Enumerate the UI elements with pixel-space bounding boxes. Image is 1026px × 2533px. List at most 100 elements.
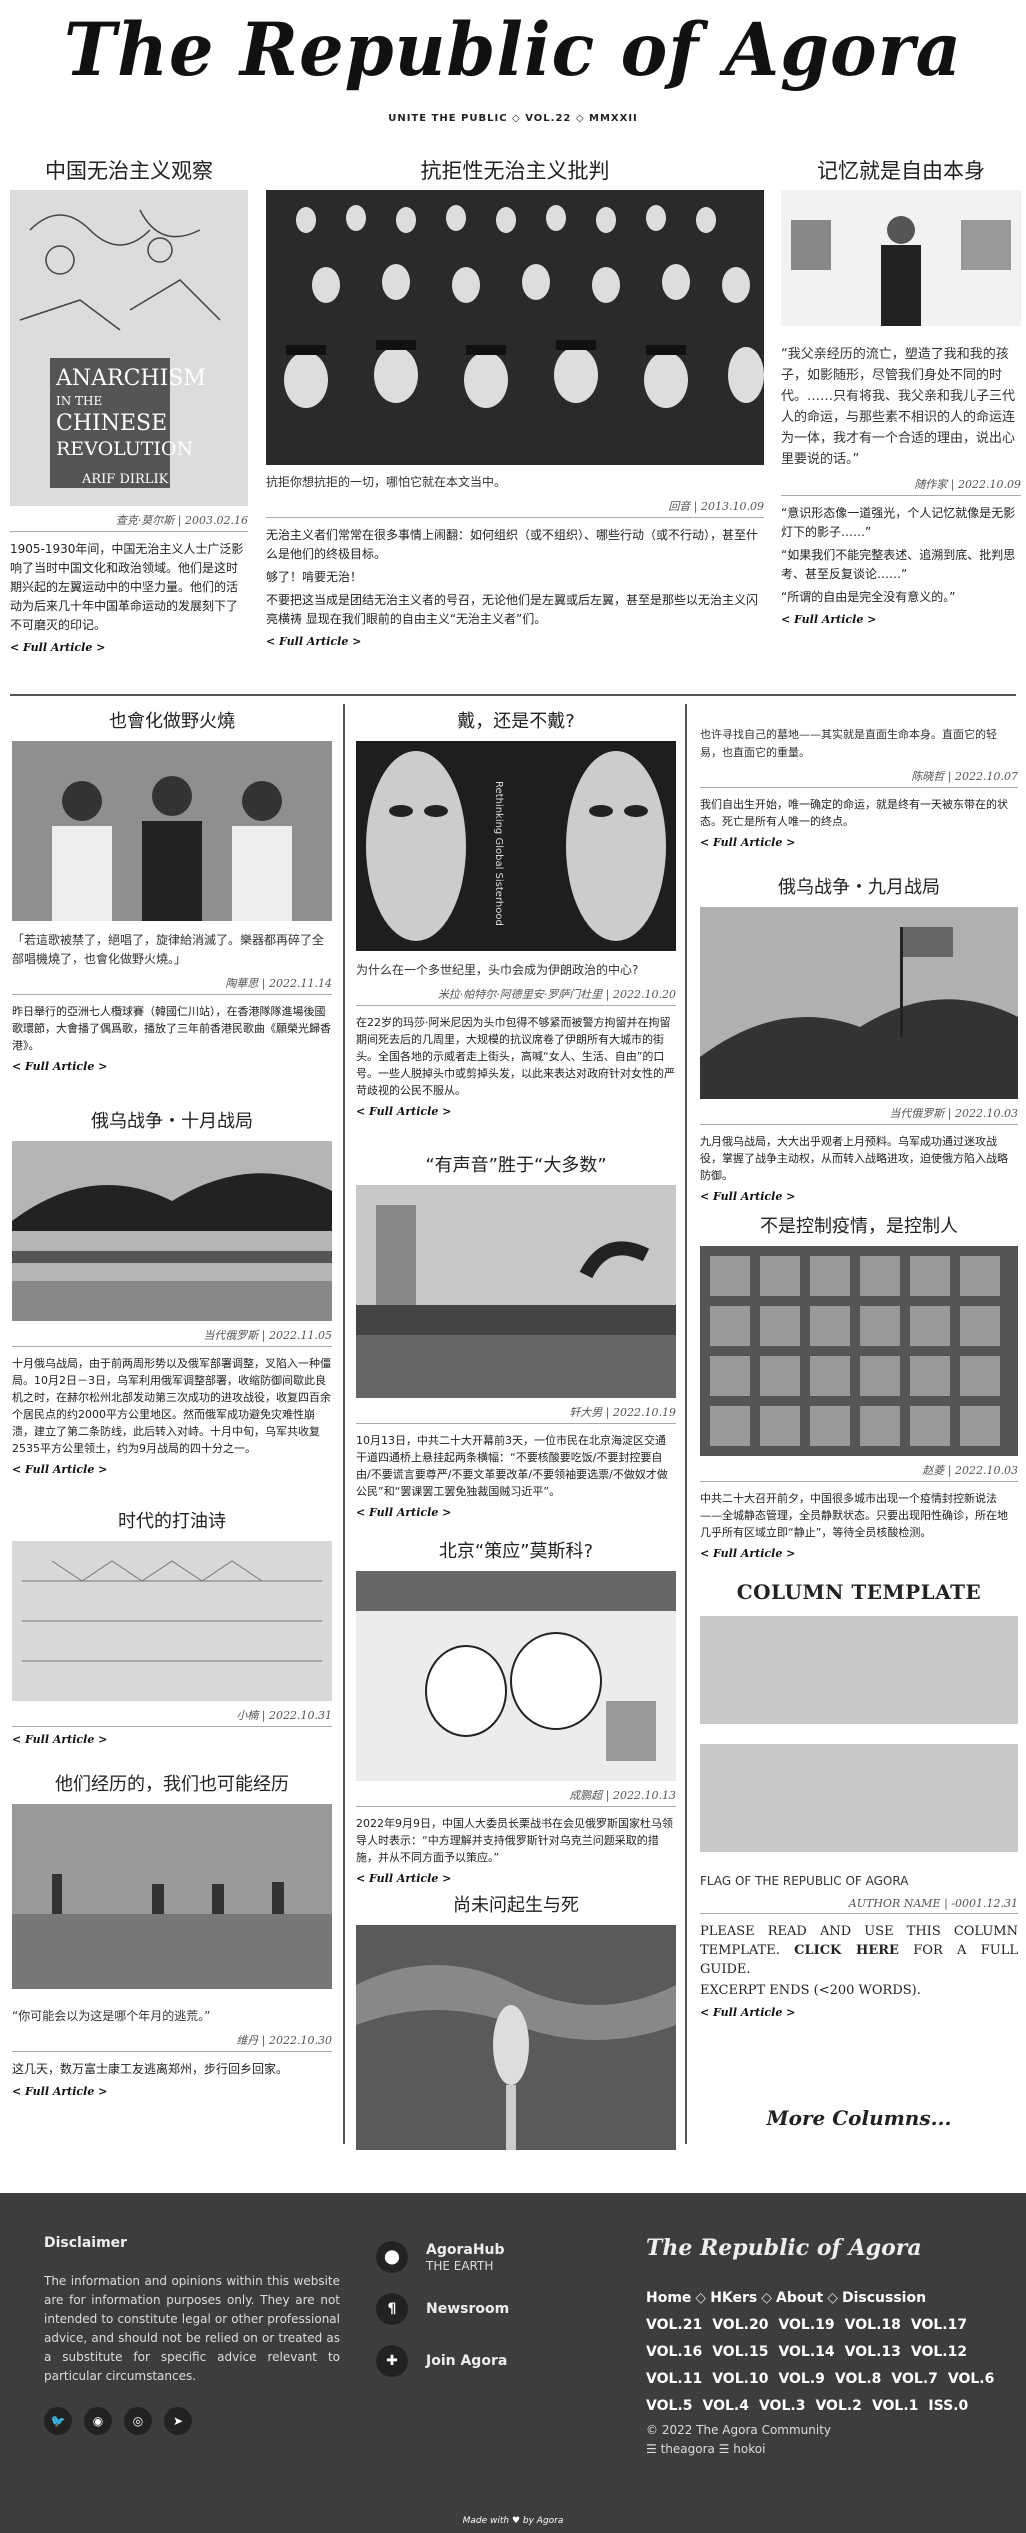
article-image[interactable] <box>700 1246 1018 1456</box>
article-critique-anarchism: 抗拒性无治主义批判 抗拒你想抗拒的一切，哪怕它就在本文当中。 回音 | 2013… <box>266 157 764 648</box>
full-article-link[interactable]: < Full Article > <box>700 1190 1018 1203</box>
article-quote: “我父亲经历的流亡，塑造了我和我的孩子，如影随形，尽管我们身处不同的时代。……只… <box>781 347 1016 467</box>
svg-text:Rethinking Global Sisterhood: Rethinking Global Sisterhood <box>493 781 504 926</box>
full-article-link[interactable]: < Full Article > <box>12 1463 332 1476</box>
nav-home[interactable]: Home <box>646 2290 691 2306</box>
vol-link[interactable]: VOL.16 <box>646 2344 702 2360</box>
article-body: 2022年9月9日，中国人大委员长栗战书在会见俄罗斯国家杜马领导人时表示：“中方… <box>356 1817 673 1864</box>
template-guide-link[interactable]: CLICK HERE <box>794 1943 899 1958</box>
article-image[interactable] <box>356 1925 676 2150</box>
agorahub-link[interactable]: ⬤ AgoraHub THE EARTH <box>376 2231 596 2283</box>
article-image[interactable]: Rethinking Global Sisterhood <box>356 741 676 951</box>
article-beijing-moscow: 北京“策应”莫斯科? 成鹏超 | 2022.10.13 2022年9月9日，中国… <box>356 1538 676 1885</box>
article-title[interactable]: 抗拒性无治主义批判 <box>266 157 764 185</box>
article-image[interactable] <box>12 1141 332 1321</box>
article-body: 昨日舉行的亞洲七人欖球賽（韓國仁川站），在香港隊隊進場後國歌環節，大會播了偶爲歌… <box>12 1005 331 1052</box>
article-title[interactable]: 中国无治主义观察 <box>10 157 248 185</box>
byline: 陈晓哲 | 2022.10.07 <box>700 766 1018 788</box>
vol-link[interactable]: VOL.4 <box>702 2398 748 2414</box>
nav-discussion[interactable]: Discussion <box>842 2290 926 2306</box>
article-title[interactable]: “有声音”胜于“大多数” <box>356 1152 676 1180</box>
nav-hkers[interactable]: HKers <box>710 2290 757 2306</box>
full-article-link[interactable]: < Full Article > <box>700 2006 1018 2019</box>
article-image[interactable] <box>356 1185 676 1398</box>
date: 2022.10.31 <box>269 1709 332 1722</box>
author: 查克·莫尔斯 <box>115 514 175 527</box>
vol-link[interactable]: VOL.1 <box>872 2398 918 2414</box>
footer-brand[interactable]: The Republic of Agora <box>646 2235 922 2261</box>
full-article-link[interactable]: < Full Article > <box>12 2085 332 2098</box>
vol-link[interactable]: VOL.2 <box>815 2398 861 2414</box>
vol-link[interactable]: VOL.12 <box>911 2344 967 2360</box>
vol-link[interactable]: VOL.3 <box>759 2398 805 2414</box>
full-article-link[interactable]: < Full Article > <box>356 1506 676 1519</box>
vol-link[interactable]: VOL.10 <box>712 2371 768 2387</box>
github-icon[interactable]: ◉ <box>84 2407 112 2435</box>
article-image[interactable] <box>266 190 764 465</box>
vol-link[interactable]: VOL.7 <box>891 2371 937 2387</box>
disclaimer-text: The information and opinions within this… <box>44 2274 340 2383</box>
article-image[interactable] <box>12 1804 332 1989</box>
link-title: Join Agora <box>426 2353 508 2369</box>
full-article-link[interactable]: < Full Article > <box>10 641 248 654</box>
disclaimer-title: Disclaimer <box>44 2235 128 2251</box>
full-article-link[interactable]: < Full Article > <box>356 1105 676 1118</box>
telegram-icon[interactable]: ➤ <box>164 2407 192 2435</box>
article-image[interactable]: ANARCHISM IN THE CHINESE REVOLUTION ARIF… <box>10 190 248 506</box>
article-title[interactable]: 记忆就是自由本身 <box>781 157 1021 185</box>
vol-link[interactable]: VOL.8 <box>835 2371 881 2387</box>
vol-link[interactable]: VOL.5 <box>646 2398 692 2414</box>
vol-link[interactable]: VOL.14 <box>778 2344 834 2360</box>
article-title[interactable]: 俄乌战争・九月战局 <box>700 874 1018 902</box>
template-image <box>700 1744 1018 1852</box>
template-title[interactable]: COLUMN TEMPLATE <box>700 1580 1018 1604</box>
full-article-link[interactable]: < Full Article > <box>266 635 764 648</box>
article-title[interactable]: 时代的打油诗 <box>12 1508 332 1536</box>
article-image[interactable] <box>356 1571 676 1781</box>
article-title[interactable]: 北京“策应”莫斯科? <box>356 1538 676 1566</box>
vol-link[interactable]: VOL.20 <box>712 2317 768 2333</box>
vol-link[interactable]: VOL.15 <box>712 2344 768 2360</box>
twitter-icon[interactable]: 🐦 <box>44 2407 72 2435</box>
vol-link[interactable]: VOL.17 <box>911 2317 967 2333</box>
article-image[interactable] <box>12 741 332 921</box>
vol-link[interactable]: ISS.0 <box>928 2398 968 2414</box>
masthead: The Republic of Agora UNITE THE PUBLIC ◇… <box>0 0 1026 150</box>
date: 2022.10.13 <box>613 1789 676 1802</box>
article-anarchism-china: 中国无治主义观察 ANARCHISM IN THE CHINESE REVOLU… <box>10 157 248 654</box>
full-article-link[interactable]: < Full Article > <box>700 1547 1018 1560</box>
vol-link[interactable]: VOL.19 <box>778 2317 834 2333</box>
more-columns-link[interactable]: More Columns... <box>700 2106 1018 2130</box>
credits[interactable]: ☰ theagora ☰ hokoi <box>646 2440 831 2459</box>
article-title[interactable]: 戴，还是不戴? <box>356 708 676 736</box>
full-article-link[interactable]: < Full Article > <box>12 1733 332 1746</box>
full-article-link[interactable]: < Full Article > <box>12 1060 332 1073</box>
article-title[interactable]: 尚未问起生与死 <box>356 1892 676 1920</box>
full-article-link[interactable]: < Full Article > <box>781 613 1021 626</box>
byline: 随作家 | 2022.10.09 <box>781 474 1021 496</box>
article-image[interactable] <box>700 907 1018 1099</box>
site-title[interactable]: The Republic of Agora <box>0 6 1026 93</box>
vol-link[interactable]: VOL.11 <box>646 2371 702 2387</box>
article-title[interactable]: 不是控制疫情，是控制人 <box>700 1213 1018 1241</box>
full-article-link[interactable]: < Full Article > <box>356 1872 676 1885</box>
vol-link[interactable]: VOL.9 <box>778 2371 824 2387</box>
vol-link[interactable]: VOL.21 <box>646 2317 702 2333</box>
article-image[interactable] <box>12 1541 332 1701</box>
full-article-link[interactable]: < Full Article > <box>700 836 1018 849</box>
article-image[interactable] <box>781 190 1021 326</box>
vol-link[interactable]: VOL.18 <box>845 2317 901 2333</box>
newsroom-link[interactable]: ¶ Newsroom <box>376 2283 596 2335</box>
author: 当代俄罗斯 <box>203 1329 259 1342</box>
article-body: 这几天，数万富士康工友逃离郑州，步行回乡回家。 <box>12 2062 289 2076</box>
article-title[interactable]: 他们经历的，我们也可能经历 <box>12 1771 332 1799</box>
reddit-icon[interactable]: ◎ <box>124 2407 152 2435</box>
nav-about[interactable]: About <box>776 2290 823 2306</box>
article-title[interactable]: 俄乌战争・十月战局 <box>12 1108 332 1136</box>
article-body: 十月俄乌战局，由于前两周形势以及俄军部署调整，叉陷入一种僵局。10月2日－3日，… <box>12 1357 331 1455</box>
article-title[interactable]: 也會化做野火燒 <box>12 708 332 736</box>
article-body: 在22岁的玛莎·阿米尼因为头巾包得不够紧而被警方拘留并在拘留期间死去后的几周里，… <box>356 1016 675 1097</box>
vol-link[interactable]: VOL.6 <box>948 2371 994 2387</box>
vol-link[interactable]: VOL.13 <box>845 2344 901 2360</box>
join-agora-link[interactable]: ✚ Join Agora <box>376 2335 596 2387</box>
